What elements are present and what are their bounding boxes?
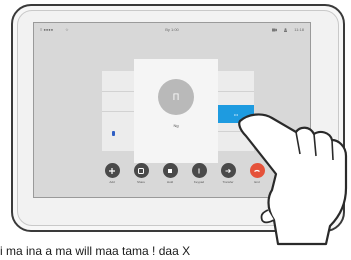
keypad-icon (198, 167, 200, 173)
person-icon[interactable] (283, 27, 288, 32)
pointing-hand-icon (238, 113, 348, 246)
avatar: Π (158, 79, 194, 115)
transfer-label: Transfer (222, 180, 234, 184)
plus-icon (109, 167, 115, 174)
status-time: 11:18 (294, 27, 304, 32)
mic-icon (112, 131, 115, 136)
status-center-label: By 1:00 (165, 27, 179, 32)
add-label: Add (109, 180, 115, 184)
caption-text: i ma ina a ma will maa tama ! daa X (0, 244, 191, 258)
hold-label: Hold (166, 180, 174, 184)
camera-icon[interactable] (272, 28, 278, 32)
keypad-label: Keypad (193, 180, 205, 184)
status-bar: ≡ ●●●● ☆ By 1:00 11:18 (34, 23, 310, 37)
share-icon (138, 167, 144, 174)
share-label: Share (136, 180, 145, 184)
hold-icon (168, 168, 172, 173)
left-side-panel (102, 71, 134, 151)
participant-name: Ng (173, 123, 179, 128)
transfer-icon (225, 168, 232, 173)
call-participant-card: Π Ng (134, 59, 218, 163)
